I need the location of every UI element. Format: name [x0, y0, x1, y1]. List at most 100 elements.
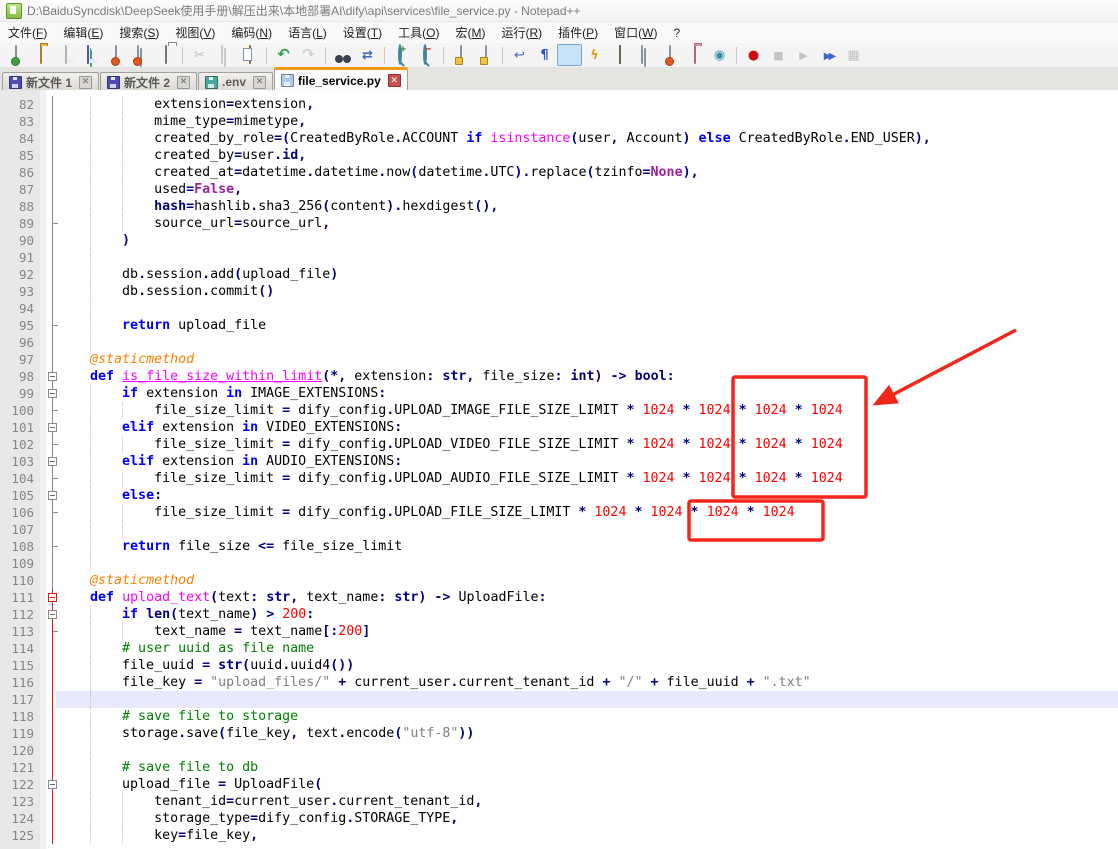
menu-item-11[interactable]: 窗口(W) — [606, 21, 665, 44]
run-script-button[interactable] — [657, 44, 682, 66]
close-button[interactable] — [103, 44, 128, 66]
fold-collapse-box[interactable] — [48, 372, 57, 381]
menu-item-9[interactable]: 运行(R) — [493, 21, 550, 44]
paste-button[interactable] — [237, 44, 262, 66]
new-file-button[interactable] — [3, 44, 28, 66]
code-line[interactable]: created_at=datetime.datetime.now(datetim… — [58, 164, 699, 181]
zoom-in-button[interactable]: + — [389, 44, 414, 66]
code-line[interactable]: elif extension in VIDEO_EXTENSIONS: — [58, 419, 402, 436]
code-line[interactable]: db.session.commit() — [58, 283, 274, 300]
menu-item-5[interactable]: 语言(L) — [280, 21, 335, 44]
code-line[interactable]: file_key = "upload_files/" + current_use… — [58, 674, 811, 691]
code-line[interactable]: @staticmethod — [58, 351, 194, 368]
code-editor[interactable]: 82 extension=extension, 83 mime_type=mime… — [0, 90, 1118, 849]
fold-line — [52, 555, 53, 572]
code-line[interactable]: def upload_text(text: str, text_name: st… — [58, 589, 546, 606]
code-line[interactable]: elif extension in AUDIO_EXTENSIONS: — [58, 453, 402, 470]
save-all-button[interactable] — [78, 44, 103, 66]
tab-close-icon[interactable]: ✕ — [253, 75, 267, 89]
code-line[interactable]: file_size_limit = dify_config.UPLOAD_VID… — [58, 436, 843, 453]
toolbar-separator — [736, 46, 737, 64]
sync-scroll-h-button[interactable] — [473, 44, 498, 66]
code-line[interactable]: storage_type=dify_config.STORAGE_TYPE, — [58, 810, 458, 827]
doc-switcher-button[interactable] — [632, 44, 657, 66]
code-line[interactable]: else: — [58, 487, 162, 504]
line-number: 95 — [18, 318, 34, 333]
fold-collapse-box[interactable] — [48, 389, 57, 398]
sync-scroll-v-button[interactable] — [448, 44, 473, 66]
code-line[interactable]: created_by=user.id, — [58, 147, 306, 164]
tab-close-icon[interactable]: ✕ — [177, 75, 191, 89]
code-line[interactable]: file_uuid = str(uuid.uuid4()) — [58, 657, 354, 674]
code-line[interactable]: if extension in IMAGE_EXTENSIONS: — [58, 385, 386, 402]
menu-item-1[interactable]: 编辑(E) — [55, 21, 111, 44]
monitoring-button[interactable]: ◉ — [707, 44, 732, 66]
tab-close-icon[interactable]: ✕ — [387, 74, 401, 87]
fold-collapse-box[interactable] — [48, 593, 57, 602]
line-number: 107 — [11, 522, 34, 537]
menu-item-2[interactable]: 搜索(S) — [111, 21, 167, 44]
fold-line — [52, 266, 53, 283]
replace-button[interactable]: ⇄ — [355, 44, 380, 66]
tab-file_service.py[interactable]: file_service.py ✕ — [274, 67, 408, 91]
code-line[interactable]: db.session.add(upload_file) — [58, 266, 338, 283]
folder-workspace-button[interactable] — [682, 44, 707, 66]
find-button[interactable] — [330, 44, 355, 66]
code-line[interactable]: extension=extension, — [58, 96, 314, 113]
code-line[interactable]: tenant_id=current_user.current_tenant_id… — [58, 793, 482, 810]
macro-play-icon: ▶ — [799, 49, 808, 62]
code-line[interactable]: # save file to db — [58, 759, 258, 776]
code-line[interactable]: return upload_file — [58, 317, 266, 334]
code-line[interactable]: upload_file = UploadFile( — [58, 776, 322, 793]
fold-collapse-box[interactable] — [48, 780, 57, 789]
macro-record-button[interactable]: ● — [741, 44, 766, 66]
code-line[interactable]: file_size_limit = dify_config.UPLOAD_IMA… — [58, 402, 843, 419]
print-button[interactable] — [153, 44, 178, 66]
code-line[interactable]: text_name = text_name[:200] — [58, 623, 370, 640]
tab--2[interactable]: 新文件 2 ✕ — [100, 72, 198, 91]
menu-item-12[interactable]: ? — [665, 23, 688, 43]
code-line[interactable]: # user uuid as file name — [58, 640, 314, 657]
code-line[interactable]: ) — [58, 232, 130, 249]
code-line[interactable]: file_size_limit = dify_config.UPLOAD_FIL… — [58, 504, 795, 521]
indent-guide-button[interactable] — [557, 44, 582, 66]
fold-collapse-box[interactable] — [48, 491, 57, 500]
zoom-out-button[interactable]: − — [414, 44, 439, 66]
word-wrap-button[interactable]: ↩ — [507, 44, 532, 66]
menu-item-10[interactable]: 插件(P) — [550, 21, 606, 44]
fold-collapse-box[interactable] — [48, 457, 57, 466]
undo-button[interactable]: ↶ — [271, 44, 296, 66]
open-folder-button[interactable] — [28, 44, 53, 66]
menu-item-0[interactable]: 文件(F) — [0, 21, 55, 44]
document-map-button[interactable] — [607, 44, 632, 66]
code-line[interactable]: key=file_key, — [58, 827, 258, 844]
code-line[interactable]: hash=hashlib.sha3_256(content).hexdigest… — [58, 198, 498, 215]
code-line[interactable]: def is_file_size_within_limit(*, extensi… — [58, 368, 675, 385]
code-line[interactable]: @staticmethod — [58, 572, 194, 589]
sync-scroll-v-icon — [459, 45, 462, 64]
close-all-button[interactable] — [128, 44, 153, 66]
code-line[interactable]: mime_type=mimetype, — [58, 113, 306, 130]
code-line[interactable]: source_url=source_url, — [58, 215, 330, 232]
macro-run-multiple-button[interactable]: ▶▶ — [816, 44, 841, 66]
tab--1[interactable]: 新文件 1 ✕ — [2, 72, 100, 91]
code-line[interactable]: if len(text_name) > 200: — [58, 606, 314, 623]
menu-item-7[interactable]: 工具(O) — [390, 21, 447, 44]
fold-collapse-box[interactable] — [48, 423, 57, 432]
title-bar: D:\BaiduSyncdisk\DeepSeek使用手册\解压出来\本地部署A… — [0, 0, 1118, 22]
code-line[interactable]: created_by_role=(CreatedByRole.ACCOUNT i… — [58, 130, 931, 147]
code-line[interactable]: storage.save(file_key, text.encode("utf-… — [58, 725, 474, 742]
menu-item-6[interactable]: 设置(T) — [335, 21, 390, 44]
function-list-button[interactable]: ϟ — [582, 44, 607, 66]
code-line[interactable]: return file_size <= file_size_limit — [58, 538, 402, 555]
code-line[interactable]: # save file to storage — [58, 708, 298, 725]
show-all-chars-button[interactable]: ¶ — [532, 44, 557, 66]
menu-item-3[interactable]: 视图(V) — [167, 21, 223, 44]
code-line[interactable]: used=False, — [58, 181, 242, 198]
menu-item-8[interactable]: 宏(M) — [447, 21, 493, 44]
menu-item-4[interactable]: 编码(N) — [223, 21, 280, 44]
tab-.env[interactable]: .env ✕ — [198, 72, 274, 91]
fold-collapse-box[interactable] — [48, 610, 57, 619]
tab-close-icon[interactable]: ✕ — [79, 75, 93, 89]
code-line[interactable]: file_size_limit = dify_config.UPLOAD_AUD… — [58, 470, 843, 487]
